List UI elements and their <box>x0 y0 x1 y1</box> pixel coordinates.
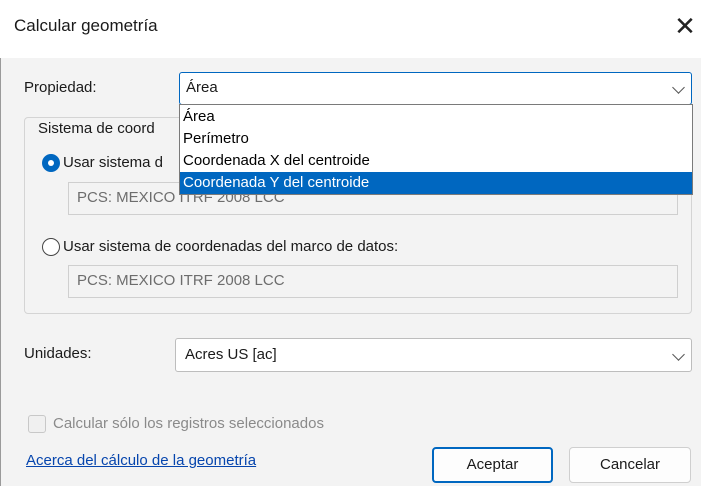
cancel-button[interactable]: Cancelar <box>569 447 691 483</box>
property-option-area[interactable]: Área <box>180 106 692 128</box>
property-option-perimeter[interactable]: Perímetro <box>180 128 692 150</box>
selected-only-label: Calcular sólo los registros seleccionado… <box>53 415 324 432</box>
property-combobox[interactable]: Área <box>179 72 692 105</box>
chevron-down-icon[interactable] <box>672 348 685 361</box>
dialog-title: Calcular geometría <box>14 16 158 35</box>
frame-coords-radio[interactable] <box>42 238 60 256</box>
frame-coords-value: PCS: MEXICO ITRF 2008 LCC <box>77 272 285 289</box>
window-edge <box>0 58 1 486</box>
close-icon[interactable]: ✕ <box>672 11 698 41</box>
units-combobox[interactable]: Acres US [ac] <box>175 338 692 372</box>
property-selected-value: Área <box>186 79 218 96</box>
property-option-centroid-x[interactable]: Coordenada X del centroide <box>180 150 692 172</box>
selected-only-checkbox[interactable] <box>28 415 46 433</box>
units-label: Unidades: <box>24 345 92 362</box>
coordinate-system-group-label: Sistema de coord <box>34 120 159 137</box>
property-label: Propiedad: <box>24 79 97 96</box>
property-dropdown-list[interactable]: Área Perímetro Coordenada X del centroid… <box>179 104 693 195</box>
source-coords-label[interactable]: Usar sistema d <box>63 154 163 171</box>
chevron-down-icon[interactable] <box>672 81 685 94</box>
property-option-centroid-y[interactable]: Coordenada Y del centroide <box>180 172 692 194</box>
frame-coords-field: PCS: MEXICO ITRF 2008 LCC <box>68 265 678 298</box>
ok-button[interactable]: Aceptar <box>432 447 553 483</box>
about-geometry-link[interactable]: Acerca del cálculo de la geometría <box>26 452 256 469</box>
frame-coords-label[interactable]: Usar sistema de coordenadas del marco de… <box>63 238 398 255</box>
source-coords-radio[interactable] <box>42 154 60 172</box>
units-selected-value: Acres US [ac] <box>185 346 277 363</box>
